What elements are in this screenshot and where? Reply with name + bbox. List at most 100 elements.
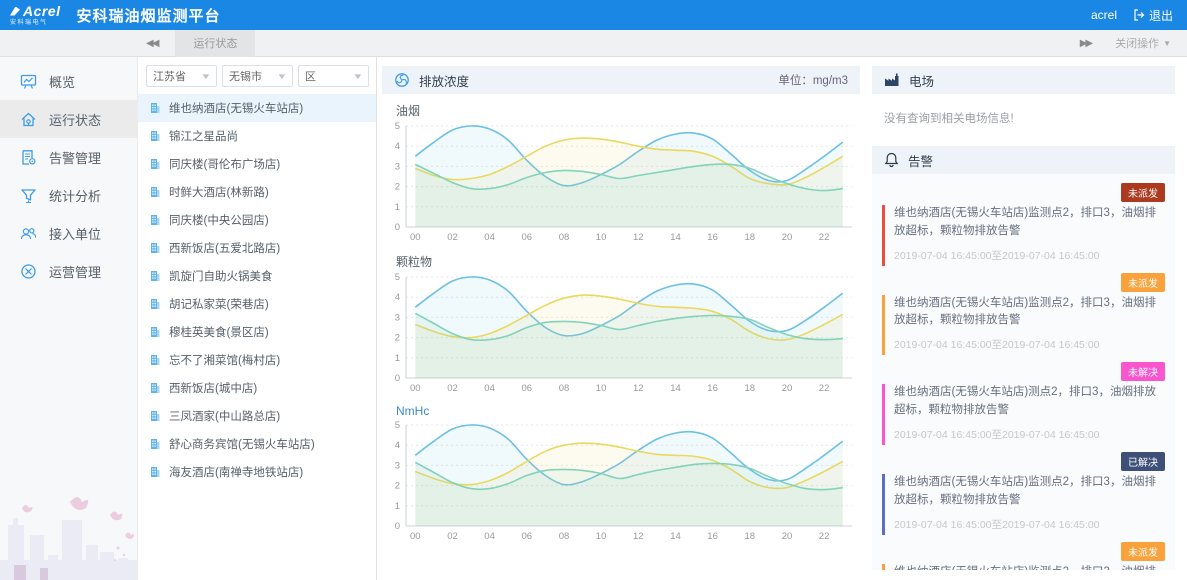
- bell-icon: [884, 152, 899, 168]
- svg-text:08: 08: [559, 383, 570, 394]
- alarm-item[interactable]: 未派发 维也纳酒店(无锡火车站店)监测点2，排口3，油烟排放超标，颗粒物排放告警…: [882, 176, 1165, 266]
- store-list-item[interactable]: 锦江之星品尚: [138, 122, 376, 150]
- svg-text:14: 14: [670, 531, 681, 542]
- store-name: 同庆楼(中央公园店): [169, 215, 269, 227]
- line-chart[interactable]: 01234500 02 04 06 08 10 12 14 16 18 20 22: [382, 418, 858, 544]
- svg-text:18: 18: [745, 531, 756, 542]
- tab-bar: ◀◀ 运行状态 ▶▶ 关闭操作 ▼: [0, 29, 1187, 57]
- alarm-time-range: 2019-07-04 16:45:00至2019-07-04 16:45:00: [894, 428, 1100, 441]
- store-name: 西新饭店(城中店): [169, 383, 258, 395]
- units-icon: [20, 227, 37, 239]
- alarm-status-badge: 已解决: [1121, 451, 1165, 471]
- svg-text:5: 5: [395, 272, 400, 283]
- alarm-status-badge: 未派发: [1121, 183, 1165, 202]
- logout-button[interactable]: 退出: [1133, 7, 1173, 24]
- svg-text:5: 5: [395, 121, 400, 132]
- alarm-item[interactable]: 未派发 维也纳酒店(无锡火车站店)监测点2，排口3，油烟排放超标，颗粒物排放告警…: [882, 535, 1165, 570]
- svg-text:20: 20: [782, 383, 793, 394]
- store-list-item[interactable]: 胡记私家菜(荣巷店): [138, 290, 376, 318]
- svg-text:22: 22: [819, 531, 830, 542]
- sidebar-item-connected-units[interactable]: 接入单位: [0, 214, 137, 252]
- alarm-section-header: 告警: [872, 146, 1175, 174]
- svg-text:4: 4: [395, 141, 400, 152]
- chart-block-keliwu: 颗粒物 0 1 2 3 4 5 00 02 04 06 08 10 12 14 16 18 20 22: [382, 253, 860, 396]
- scroll-tabs-right-icon[interactable]: ▶▶: [1080, 38, 1093, 49]
- alarm-status-badge: 未解决: [1121, 362, 1165, 382]
- store-list-item[interactable]: 三凤酒家(中山路总店): [138, 402, 376, 430]
- district-select[interactable]: 区 ▼: [298, 65, 369, 87]
- svg-text:0: 0: [395, 521, 400, 532]
- running-status-icon: [21, 112, 36, 126]
- svg-text:06: 06: [522, 232, 533, 243]
- line-chart[interactable]: 01234500 02 04 06 08 10 12 14 16 18 20 22: [382, 270, 858, 396]
- store-list: 维也纳酒店(无锡火车站店) 锦江之星品尚 同庆楼(哥伦布广场店) 时鲜大酒店(林…: [138, 94, 376, 486]
- sidebar-item-statistics[interactable]: 统计分析: [0, 176, 137, 214]
- field-section: 电场 没有查询到相关电场信息!: [872, 66, 1175, 146]
- store-list-item[interactable]: 海友酒店(南禅寺地铁站店): [138, 458, 376, 486]
- store-list-item[interactable]: 西新饭店(城中店): [138, 374, 376, 402]
- chart-title-youyan: 油烟: [396, 104, 421, 118]
- building-icon: [151, 383, 160, 393]
- sidebar-item-overview[interactable]: 概览: [0, 62, 137, 100]
- city-select[interactable]: 无锡市 ▼: [222, 65, 293, 87]
- alarm-message: 维也纳酒店(无锡火车站店)监测点2，排口3，油烟排放超标，颗粒物排放告警: [894, 207, 1156, 237]
- alarm-message: 维也纳酒店(无锡火车站店)监测点2，排口3，油烟排放超标，颗粒物排放告警: [894, 475, 1156, 506]
- sidebar-item-running-status[interactable]: 运行状态: [0, 100, 137, 138]
- username[interactable]: acrel: [1091, 8, 1117, 22]
- chevron-down-icon: ▼: [276, 71, 288, 81]
- city-skyline-decoration: [0, 497, 137, 580]
- store-name: 三凤酒家(中山路总店): [169, 411, 281, 423]
- svg-text:18: 18: [745, 232, 756, 243]
- svg-text:04: 04: [484, 383, 495, 394]
- svg-text:10: 10: [596, 383, 607, 394]
- alarm-message: 维也纳酒店(无锡火车站店)测点2，排口3，油烟排放超标，颗粒物排放告警: [894, 386, 1156, 417]
- store-list-item[interactable]: 维也纳酒店(无锡火车站店): [138, 94, 376, 122]
- svg-text:00: 00: [410, 232, 421, 243]
- store-list-item[interactable]: 西新饭店(五爱北路店): [138, 234, 376, 262]
- svg-text:22: 22: [819, 383, 830, 394]
- chevron-down-icon: ▼: [200, 71, 212, 81]
- store-list-item[interactable]: 同庆楼(哥伦布广场店): [138, 150, 376, 178]
- province-select[interactable]: 江苏省 ▼: [146, 65, 217, 87]
- svg-text:4: 4: [395, 292, 400, 303]
- section-title: 告警: [908, 154, 934, 169]
- alarm-management-icon: [22, 149, 36, 165]
- store-name: 锦江之星品尚: [169, 131, 238, 143]
- collapse-tabs-left-icon[interactable]: ◀◀: [146, 38, 159, 49]
- store-name: 海友酒店(南禅寺地铁站店): [169, 467, 304, 479]
- building-icon: [151, 439, 160, 449]
- chart-title-nmhc: NmHc: [396, 404, 430, 418]
- sidebar-item-operations-management[interactable]: 运营管理: [0, 252, 137, 290]
- svg-text:0: 0: [395, 222, 400, 233]
- store-list-item[interactable]: 舒心商务宾馆(无锡火车站店): [138, 430, 376, 458]
- sidebar: 概览 运行状态 告警管理 统计分析 接入单位 运营管理: [0, 57, 137, 580]
- store-name: 胡记私家菜(荣巷店): [169, 299, 269, 311]
- store-list-item[interactable]: 忘不了湘菜馆(梅村店): [138, 346, 376, 374]
- svg-text:04: 04: [484, 531, 495, 542]
- building-icon: [151, 271, 160, 281]
- acrel-logo: Acrel 安科瑞电气: [10, 4, 61, 26]
- close-operations-dropdown[interactable]: 关闭操作 ▼: [1115, 35, 1171, 51]
- alarm-item[interactable]: 未派发 维也纳酒店(无锡火车站店)监测点2，排口3，油烟排放超标，颗粒物排放告警…: [882, 266, 1165, 356]
- svg-text:06: 06: [522, 383, 533, 394]
- app-header: Acrel 安科瑞电气 安科瑞油烟监测平台 acrel 退出: [0, 0, 1187, 30]
- store-list-item[interactable]: 凯旋门自助火锅美食: [138, 262, 376, 290]
- line-chart[interactable]: 01234500 02 04 06 08 10 12 14 16 18 20 22: [382, 119, 858, 245]
- alarm-item[interactable]: 已解决 维也纳酒店(无锡火车站店)监测点2，排口3，油烟排放超标，颗粒物排放告警…: [882, 445, 1165, 535]
- svg-text:20: 20: [782, 232, 793, 243]
- building-icon: [151, 103, 160, 113]
- store-list-item[interactable]: 穆桂英美食(景区店): [138, 318, 376, 346]
- overview-icon: [20, 74, 37, 89]
- store-list-item[interactable]: 同庆楼(中央公园店): [138, 206, 376, 234]
- factory-icon: [884, 73, 900, 87]
- logo-mark-icon: [10, 6, 20, 16]
- charts-container: 油烟 0 1 2 3 4 5 00 02 04 06 08 10 12 14 16 18 20 22 颗粒物 0 1 2 3 4…: [382, 102, 860, 544]
- tab-running-status[interactable]: 运行状态: [175, 29, 256, 57]
- store-list-item[interactable]: 时鲜大酒店(林新路): [138, 178, 376, 206]
- svg-text:08: 08: [559, 232, 570, 243]
- sidebar-item-alarm-management[interactable]: 告警管理: [0, 138, 137, 176]
- alarm-item[interactable]: 未解决 维也纳酒店(无锡火车站店)测点2，排口3，油烟排放超标，颗粒物排放告警 …: [882, 355, 1165, 445]
- fan-swirl-icon: [394, 72, 410, 88]
- svg-text:1: 1: [395, 353, 400, 364]
- svg-text:16: 16: [707, 383, 718, 394]
